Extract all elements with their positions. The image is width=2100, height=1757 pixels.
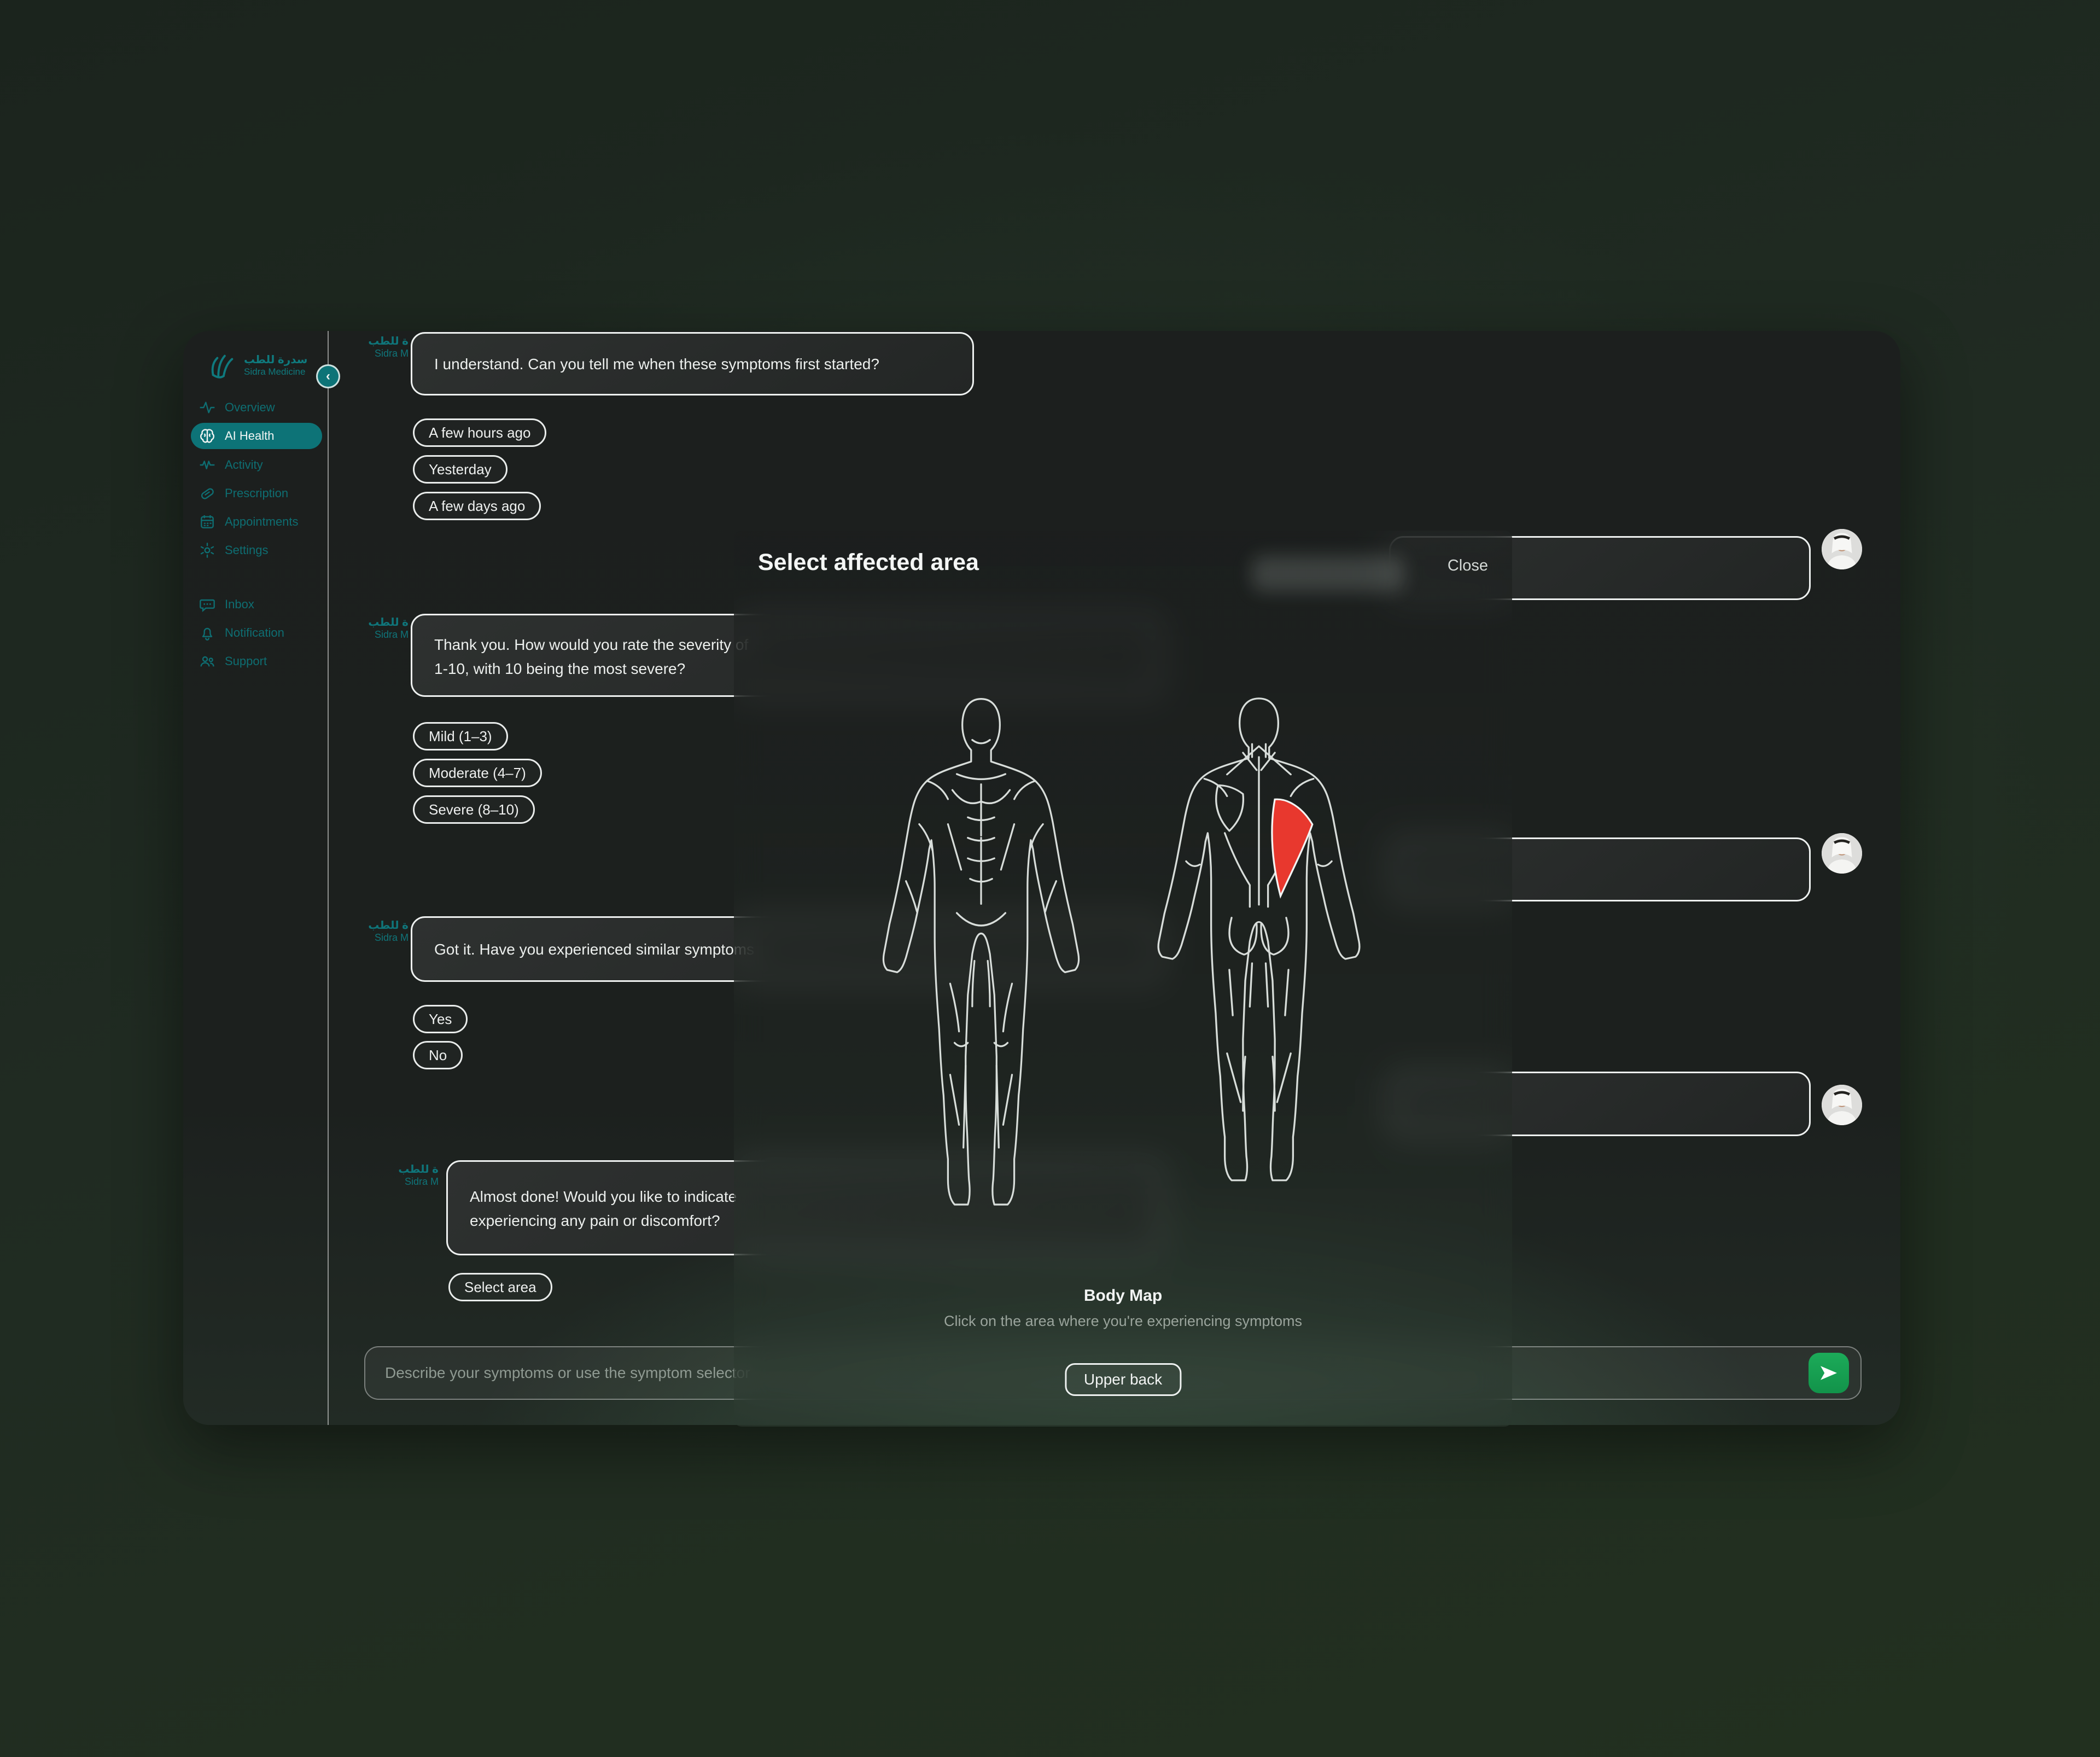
ai-message-bubble: I understand. Can you tell me when these… bbox=[411, 332, 974, 395]
sidebar-item-settings[interactable]: Settings bbox=[191, 537, 322, 563]
sidebar-item-activity[interactable]: Activity bbox=[191, 452, 322, 478]
send-button[interactable] bbox=[1809, 1353, 1849, 1393]
pulse-icon bbox=[199, 399, 216, 416]
sidebar-item-inbox[interactable]: Inbox bbox=[191, 591, 322, 618]
sidra-logo-icon bbox=[207, 349, 238, 382]
ai-sender-label: ة للطب Sidra M bbox=[347, 616, 409, 641]
ai-message-text: I understand. Can you tell me when these… bbox=[412, 334, 972, 395]
blurred-content bbox=[1251, 556, 1404, 592]
body-figure-back[interactable] bbox=[1145, 690, 1373, 1232]
people-icon bbox=[199, 653, 216, 670]
calendar-icon bbox=[199, 513, 216, 531]
sidebar-item-appointments[interactable]: Appointments bbox=[191, 509, 322, 535]
quick-reply-chip[interactable]: Severe (8–10) bbox=[413, 795, 535, 824]
sidebar-item-label: Inbox bbox=[225, 597, 254, 612]
chat-bubble-icon bbox=[199, 596, 216, 613]
logo-english-text: Sidra Medicine bbox=[244, 366, 307, 377]
sidebar-collapse-button[interactable]: ‹ bbox=[316, 364, 340, 388]
quick-reply-chip[interactable]: Yesterday bbox=[413, 455, 508, 484]
pill-icon bbox=[199, 485, 216, 502]
sidebar-item-label: Appointments bbox=[225, 515, 299, 529]
modal-title: Select affected area bbox=[758, 549, 979, 576]
quick-reply-chip[interactable]: A few hours ago bbox=[413, 418, 546, 447]
sidebar-item-support[interactable]: Support bbox=[191, 648, 322, 674]
body-map-title: Body Map bbox=[734, 1287, 1512, 1305]
bell-icon bbox=[199, 624, 216, 642]
page-background: سدرة للطب Sidra Medicine ‹ Overview AI H… bbox=[0, 0, 2100, 1757]
sidebar-item-label: Activity bbox=[225, 458, 263, 472]
gear-icon bbox=[199, 542, 216, 559]
ai-sender-label: ة للطب Sidra M bbox=[347, 335, 409, 360]
modal-close-button[interactable]: Close bbox=[1448, 557, 1488, 575]
sidebar-item-label: AI Health bbox=[225, 429, 275, 443]
user-avatar bbox=[1822, 833, 1862, 874]
body-figure-front[interactable] bbox=[871, 690, 1092, 1259]
selected-area-button[interactable]: Upper back bbox=[1065, 1363, 1181, 1396]
sidebar-item-ai-health[interactable]: AI Health bbox=[191, 423, 322, 449]
quick-reply-chip[interactable]: No bbox=[413, 1041, 463, 1069]
sidebar-item-label: Overview bbox=[225, 400, 275, 415]
logo-arabic-text: سدرة للطب bbox=[244, 354, 307, 366]
ai-sender-label: ة للطب Sidra M bbox=[347, 919, 409, 944]
sidebar-item-label: Prescription bbox=[225, 486, 288, 501]
chevron-left-icon: ‹ bbox=[326, 370, 330, 383]
sidra-medicine-logo: سدرة للطب Sidra Medicine bbox=[207, 349, 307, 382]
activity-icon bbox=[199, 456, 216, 474]
quick-reply-chip[interactable]: Moderate (4–7) bbox=[413, 759, 542, 787]
select-affected-area-modal: Select affected area Close Body Map Clic… bbox=[734, 531, 1512, 1427]
quick-reply-chip[interactable]: Mild (1–3) bbox=[413, 722, 508, 750]
body-map-subtitle: Click on the area where you're experienc… bbox=[734, 1313, 1512, 1330]
user-avatar bbox=[1822, 529, 1862, 569]
sidebar-item-notification[interactable]: Notification bbox=[191, 620, 322, 646]
brain-icon bbox=[199, 427, 216, 445]
sidebar-item-label: Settings bbox=[225, 543, 269, 557]
quick-reply-chip[interactable]: Yes bbox=[413, 1005, 468, 1033]
ai-sender-label: ة للطب Sidra M bbox=[377, 1163, 439, 1188]
sidebar-item-prescription[interactable]: Prescription bbox=[191, 480, 322, 507]
sidebar-item-overview[interactable]: Overview bbox=[191, 394, 322, 421]
send-icon bbox=[1819, 1363, 1839, 1383]
select-area-chip[interactable]: Select area bbox=[448, 1273, 552, 1301]
quick-reply-chip[interactable]: A few days ago bbox=[413, 492, 541, 520]
user-avatar bbox=[1822, 1085, 1862, 1125]
sidebar-item-label: Support bbox=[225, 654, 267, 668]
sidebar-item-label: Notification bbox=[225, 626, 284, 640]
sidebar-divider bbox=[328, 331, 329, 1425]
